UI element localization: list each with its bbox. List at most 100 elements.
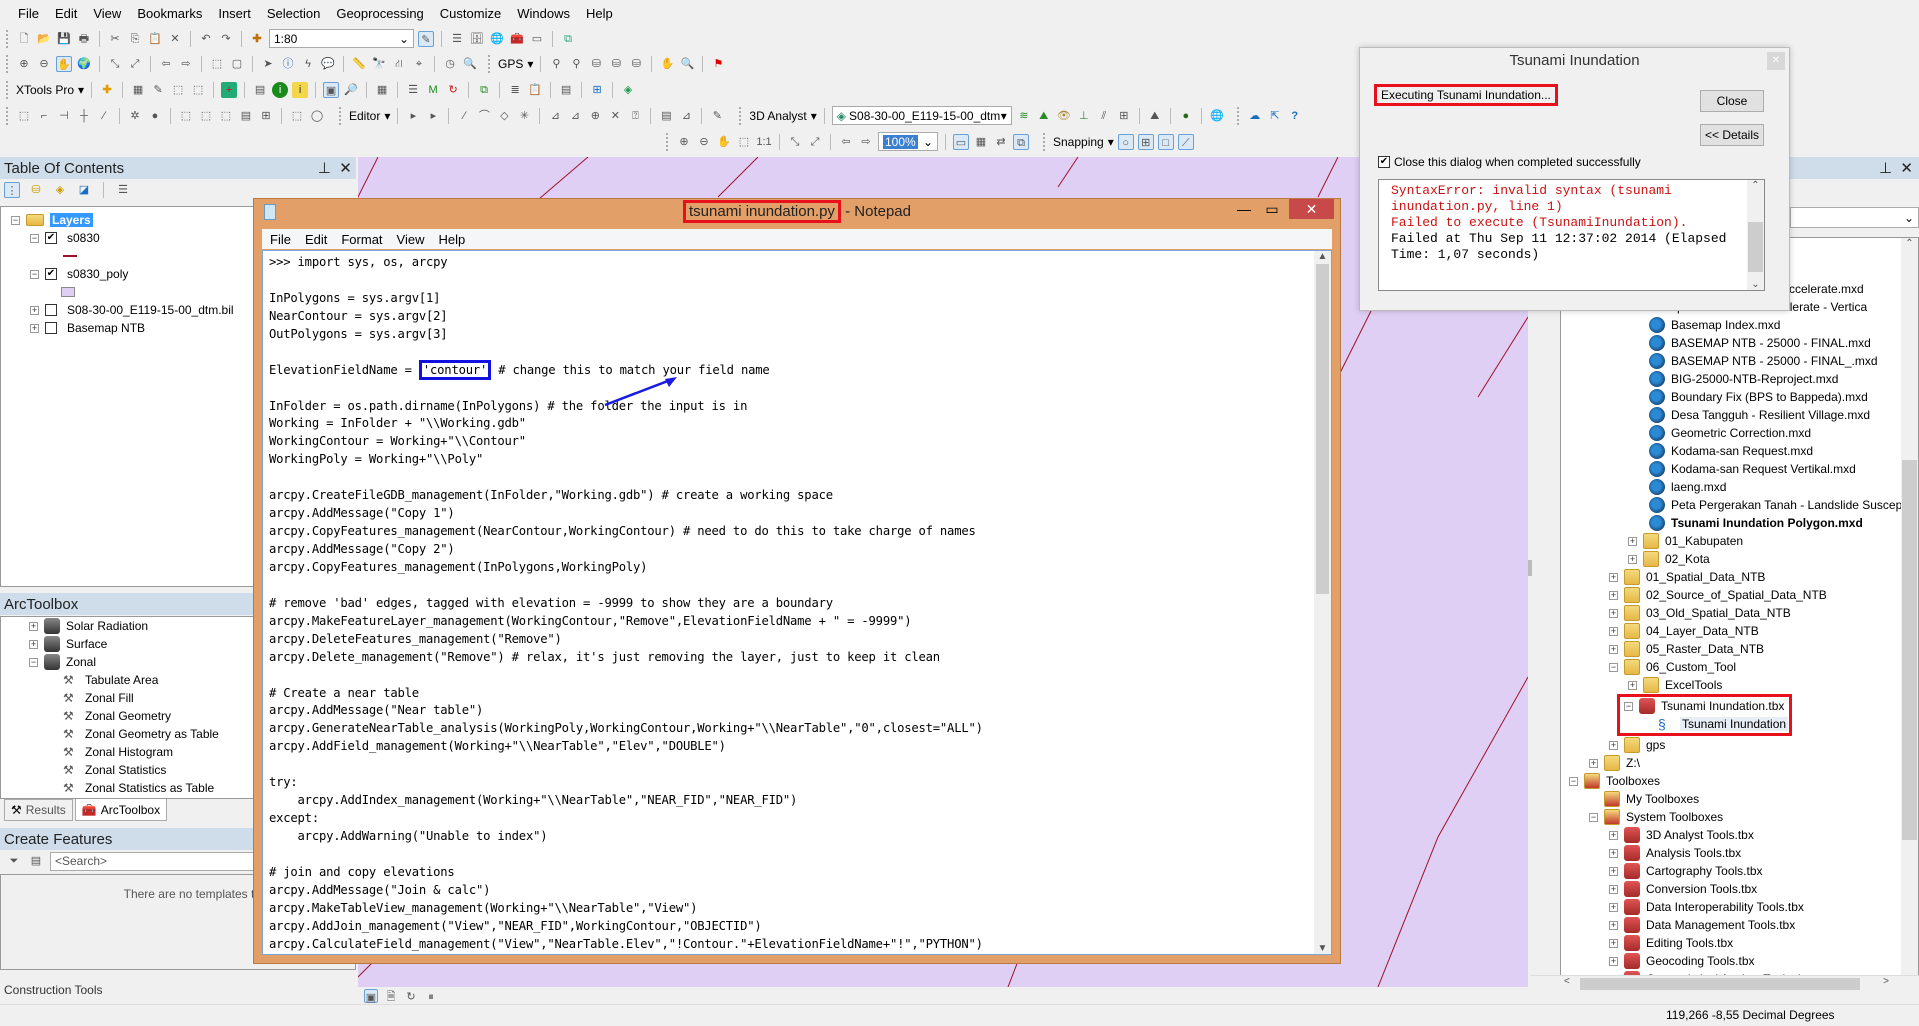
save-icon[interactable]: 💾 (56, 31, 72, 47)
expand-icon[interactable]: + (29, 639, 38, 649)
catalog-item-label[interactable]: gps (1646, 738, 1665, 752)
expand-icon[interactable]: + (1609, 830, 1618, 840)
data-driven-pages-icon[interactable]: ⧉ (1013, 133, 1029, 150)
catalog-item-label[interactable]: 06_Custom_Tool (1646, 660, 1736, 674)
interpolate-polygon-icon[interactable]: ⊞ (1116, 108, 1132, 124)
xtools-layers-icon[interactable]: ☰ (405, 82, 421, 98)
catalog-item-label[interactable]: Kodama-san Request.mxd (1671, 444, 1813, 458)
expand-icon[interactable]: + (1609, 572, 1618, 582)
edge-snap-icon[interactable]: ⟋ (1177, 133, 1194, 150)
gps-open-icon[interactable]: ⚲ (548, 56, 564, 72)
gps-db2-icon[interactable]: ⛁ (608, 56, 624, 72)
toolset-label[interactable]: Surface (66, 637, 107, 651)
catalog-item-label[interactable]: Peta Pergerakan Tanah - Landslide Suscep… (1671, 498, 1906, 512)
catalog-item[interactable]: − 06_Custom_Tool (1561, 658, 1918, 676)
list-by-selection-icon[interactable]: ◪ (76, 182, 92, 198)
catalog-item-label[interactable]: My Toolboxes (1626, 792, 1699, 806)
code-content[interactable]: >>> import sys, os, arcpy InPolygons = sy… (263, 251, 1331, 954)
catalog-item-label[interactable]: BIG-25000-NTB-Reproject.mxd (1671, 372, 1838, 386)
catalog-item[interactable]: + gps (1561, 736, 1918, 754)
xtools-refresh-icon[interactable]: ↻ (445, 82, 461, 98)
notepad-menu-file[interactable]: File (270, 232, 291, 247)
fixed-zoom-in-layout-icon[interactable]: ⤡ (787, 134, 803, 150)
add-data-icon[interactable]: ✚ (249, 31, 265, 47)
expand-icon[interactable]: + (1628, 554, 1637, 564)
catalog-item[interactable]: laeng.mxd (1561, 478, 1918, 496)
topology-icon3[interactable]: ⬚ (218, 108, 234, 124)
open-icon[interactable]: 📂 (36, 31, 52, 47)
catalog-item[interactable]: +02_Kota (1561, 550, 1918, 568)
pin-icon[interactable]: ⊥ (1879, 159, 1892, 177)
layout-zoom-out-icon[interactable]: ⊖ (696, 134, 712, 150)
layout-zoom-combo[interactable]: 100% ⌄ (878, 132, 938, 151)
layer-visibility-checkbox[interactable] (45, 322, 57, 334)
menu-help[interactable]: Help (578, 6, 621, 21)
xtools-info-yellow-icon[interactable]: i (292, 81, 309, 98)
end-snap-icon[interactable]: ⊞ (1137, 133, 1154, 150)
search-window-icon[interactable]: 🌐 (489, 31, 505, 47)
filter-icon[interactable]: ⏷ (6, 853, 22, 869)
scroll-left-icon[interactable]: < (1564, 976, 1570, 987)
catalog-item[interactable]: + Data Management Tools.tbx (1561, 916, 1918, 934)
rotate-icon[interactable]: ⊕ (587, 108, 603, 124)
menu-insert[interactable]: Insert (210, 6, 259, 21)
steepest-path-icon[interactable]: ⛰ (1036, 108, 1052, 124)
straight-segment-icon[interactable]: ∕ (456, 108, 472, 124)
catalog-item[interactable]: BASEMAP NTB - 25000 - FINAL_.mxd (1561, 352, 1918, 370)
catalog-item-label[interactable]: 01_Spatial_Data_NTB (1646, 570, 1765, 584)
catalog-item-label[interactable]: Geocoding Tools.tbx (1646, 954, 1755, 968)
scroll-thumb[interactable] (1902, 460, 1917, 840)
select-elements-icon[interactable]: ➤ (260, 56, 276, 72)
toolset-label[interactable]: Zonal (66, 655, 96, 669)
find-icon[interactable]: 🔭 (371, 56, 387, 72)
tool-label[interactable]: Zonal Fill (85, 691, 134, 705)
catalog-item[interactable]: Peta Pergerakan Tanah - Landslide Suscep… (1561, 496, 1918, 514)
map-scale-combo[interactable]: 1:80 ⌄ (269, 29, 414, 48)
full-extent-icon[interactable]: 🌍 (76, 56, 92, 72)
scroll-down-icon[interactable]: ▼ (1314, 943, 1331, 954)
notepad-menu-help[interactable]: Help (438, 232, 465, 247)
expand-icon[interactable]: + (1609, 740, 1618, 750)
topology-icon6[interactable]: ⬚ (289, 108, 305, 124)
arctoolbox-icon[interactable]: 🧰 (509, 31, 525, 47)
expand-icon[interactable]: + (1609, 590, 1618, 600)
measure-icon[interactable]: 📏 (351, 56, 367, 72)
catalog-item[interactable]: +03_Old_Spatial_Data_NTB (1561, 604, 1918, 622)
catalog-item[interactable]: − System Toolboxes (1561, 808, 1918, 826)
close-when-complete-checkbox[interactable]: ✔ (1378, 156, 1390, 168)
toolbar-grip[interactable] (6, 54, 9, 73)
next-extent-icon[interactable]: ⇨ (858, 134, 874, 150)
collapse-icon[interactable]: − (1609, 662, 1618, 672)
topology-icon2[interactable]: ⬚ (198, 108, 214, 124)
expand-icon[interactable]: + (1628, 680, 1637, 690)
edit-x-icon[interactable]: ✕ (607, 108, 623, 124)
catalog-item[interactable]: Kodama-san Request Vertikal.mxd (1561, 460, 1918, 478)
catalog-item-label[interactable]: Data Management Tools.tbx (1646, 918, 1795, 932)
xtools-overlay-icon[interactable]: ⧉ (476, 82, 492, 98)
zoom-out-icon[interactable]: ⊖ (36, 56, 52, 72)
catalog-item-label[interactable]: Tsunami Inundation.tbx (1661, 699, 1784, 713)
interpolate-point-icon[interactable]: ⊥ (1076, 108, 1092, 124)
share-icon[interactable]: ⇱ (1267, 108, 1283, 124)
redo-icon[interactable]: ↷ (218, 31, 234, 47)
attributes-icon[interactable]: ▤ (658, 108, 674, 124)
back-extent-icon[interactable]: ⇦ (158, 56, 174, 72)
tab-results[interactable]: ⚒ Results (4, 799, 73, 821)
xtools-stack-icon[interactable]: ≣ (507, 82, 523, 98)
expand-icon[interactable]: + (1589, 758, 1598, 768)
catalog-item[interactable]: +01_Spatial_Data_NTB (1561, 568, 1918, 586)
layer-name[interactable]: s0830 (67, 231, 100, 245)
maximize-button[interactable]: ▭ (1258, 201, 1286, 221)
catalog-item[interactable]: + ExcelTools (1561, 676, 1918, 694)
expand-icon[interactable]: + (1609, 626, 1618, 636)
topology-icon1[interactable]: ⬚ (178, 108, 194, 124)
clear-selection-icon[interactable]: ▢ (229, 56, 245, 72)
gps-pan-icon[interactable]: ✋ (659, 56, 675, 72)
edit-tool-icon[interactable]: ▸ (405, 108, 421, 124)
catalog-item[interactable]: + Cartography Tools.tbx (1561, 862, 1918, 880)
cut-icon[interactable]: ✂ (107, 31, 123, 47)
edit-q-icon[interactable]: ⍰ (627, 108, 643, 124)
menu-view[interactable]: View (85, 6, 129, 21)
catalog-item[interactable]: +01_Kabupaten (1561, 532, 1918, 550)
layer-name[interactable]: Basemap NTB (67, 321, 145, 335)
